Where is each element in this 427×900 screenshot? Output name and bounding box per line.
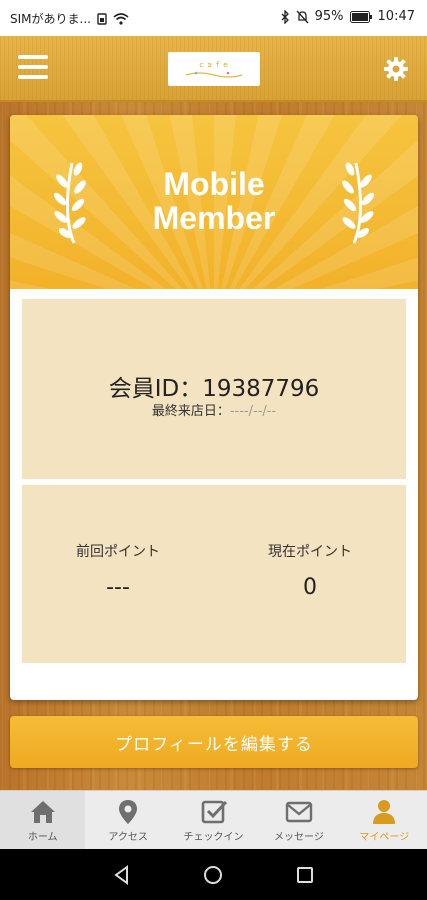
sim-icon bbox=[97, 12, 107, 25]
carrier-text: SIMがありま... bbox=[10, 12, 91, 26]
tab-message-label: メッセージ bbox=[274, 832, 324, 843]
home-circle-icon[interactable] bbox=[203, 865, 223, 885]
checkin-icon bbox=[201, 800, 227, 824]
shop-logo: ｃａｆｅ bbox=[168, 52, 260, 86]
tab-mypage-label: マイページ bbox=[359, 832, 410, 843]
tab-home[interactable]: ホーム bbox=[0, 791, 86, 850]
status-bar: SIMがありま... 95% 10:47 bbox=[0, 0, 427, 36]
tab-mypage[interactable]: マイページ bbox=[342, 791, 427, 850]
tab-message[interactable]: メッセージ bbox=[256, 791, 341, 850]
mute-bell-icon bbox=[296, 10, 309, 23]
location-pin-icon bbox=[119, 800, 138, 824]
battery-percent: 95% bbox=[314, 9, 344, 24]
home-icon bbox=[30, 801, 55, 823]
recents-icon[interactable] bbox=[295, 865, 315, 885]
tab-checkin-label: チェックイン bbox=[183, 832, 244, 843]
menu-icon[interactable] bbox=[18, 55, 48, 81]
gear-icon[interactable] bbox=[383, 56, 409, 82]
tab-checkin[interactable]: チェックイン bbox=[171, 791, 256, 850]
last-visit-label: 最終来店日： bbox=[151, 404, 230, 419]
tab-access[interactable]: アクセス bbox=[85, 791, 170, 850]
tab-access-label: アクセス bbox=[108, 832, 148, 843]
logo-text: ｃａｆｅ bbox=[198, 60, 230, 69]
member-id: 会員ID：19387796 bbox=[22, 369, 406, 403]
app-header: ｃａｆｅ bbox=[0, 36, 427, 102]
member-card: Mobile Member 会員ID：19387796 最終来店日：----/-… bbox=[10, 115, 418, 700]
points-panel: 前回ポイント --- 現在ポイント 0 bbox=[22, 485, 406, 663]
clock: 10:47 bbox=[377, 9, 415, 24]
previous-points-label: 前回ポイント bbox=[76, 544, 160, 560]
current-points-value: 0 bbox=[303, 575, 317, 600]
person-icon bbox=[373, 800, 396, 824]
member-id-panel: 会員ID：19387796 最終来店日：----/--/-- bbox=[22, 299, 406, 479]
previous-points: 前回ポイント --- bbox=[22, 541, 214, 600]
logo-mark bbox=[185, 71, 243, 78]
battery-icon bbox=[349, 10, 372, 23]
system-navigation-bar bbox=[0, 849, 427, 900]
mail-icon bbox=[285, 801, 313, 823]
tab-home-label: ホーム bbox=[27, 832, 58, 843]
previous-points-value: --- bbox=[106, 575, 130, 600]
current-points: 現在ポイント 0 bbox=[214, 541, 406, 600]
member-id-value: 19387796 bbox=[202, 376, 320, 402]
wifi-icon bbox=[113, 12, 129, 25]
bottom-tab-bar: ホーム アクセス チェックイン メッセージ マイページ bbox=[0, 790, 427, 850]
last-visit: 最終来店日：----/--/-- bbox=[22, 400, 406, 419]
member-banner: Mobile Member bbox=[10, 115, 418, 289]
last-visit-value: ----/--/-- bbox=[229, 404, 277, 419]
current-points-label: 現在ポイント bbox=[268, 544, 352, 560]
bluetooth-icon bbox=[281, 9, 289, 24]
edit-profile-button[interactable]: プロフィールを編集する bbox=[10, 716, 418, 768]
member-id-label: 会員ID： bbox=[108, 376, 203, 402]
back-icon[interactable] bbox=[112, 865, 132, 885]
laurel-right-icon bbox=[342, 162, 375, 244]
